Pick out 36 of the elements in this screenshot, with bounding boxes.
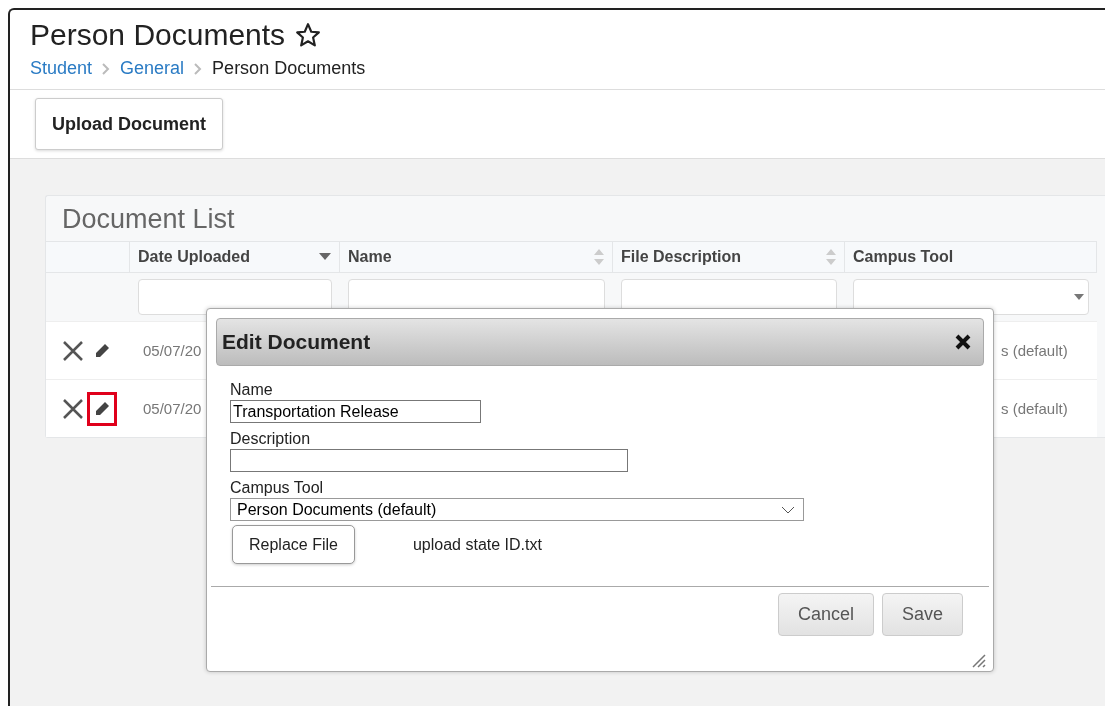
column-header[interactable]: Name	[340, 241, 613, 273]
column-header[interactable]: Campus Tool	[845, 241, 1097, 273]
text-field[interactable]: Transportation Release	[230, 400, 481, 423]
highlighted-edit-icon[interactable]	[90, 394, 114, 423]
cancel-button[interactable]: Cancel	[777, 593, 874, 636]
breadcrumb-link[interactable]: General	[120, 58, 185, 79]
table-cell: 05/07/20	[143, 342, 202, 359]
table-cell: s (default)	[1001, 342, 1068, 359]
file-name: upload state ID.txt	[412, 534, 542, 555]
delete-icon[interactable]	[62, 340, 84, 361]
column-header[interactable]: Date Uploaded	[130, 241, 340, 273]
dialog-title: Edit Document	[222, 330, 371, 354]
favorite-star-icon[interactable]	[295, 22, 322, 48]
replace-file-button[interactable]: Replace File	[232, 525, 355, 564]
delete-icon[interactable]	[62, 398, 84, 419]
campus-tool-select[interactable]: Person Documents (default)	[230, 498, 804, 521]
resize-grip-icon[interactable]	[970, 652, 986, 668]
chevron-down-icon	[781, 505, 795, 514]
caret-icon	[1074, 293, 1084, 301]
close-icon[interactable]	[955, 334, 971, 350]
save-button[interactable]: Save	[881, 593, 963, 636]
field-label: Campus Tool	[230, 478, 325, 498]
panel-title: Document List	[61, 203, 236, 236]
upload-button[interactable]: Upload Document	[35, 98, 223, 150]
chevron-right-icon	[194, 62, 203, 75]
field-label: Description	[230, 429, 312, 449]
table-cell: 05/07/20	[143, 400, 202, 417]
field-label: Name	[230, 380, 274, 400]
sort-descending-icon[interactable]	[319, 253, 331, 261]
page-title: Person Documents	[30, 18, 286, 52]
breadcrumb-link[interactable]: Student	[30, 58, 93, 79]
table-cell: s (default)	[1001, 400, 1068, 417]
text-field[interactable]	[230, 449, 628, 472]
chevron-right-icon	[102, 62, 111, 75]
breadcrumb-current: Person Documents	[212, 58, 366, 79]
column-header[interactable]: File Description	[613, 241, 845, 273]
